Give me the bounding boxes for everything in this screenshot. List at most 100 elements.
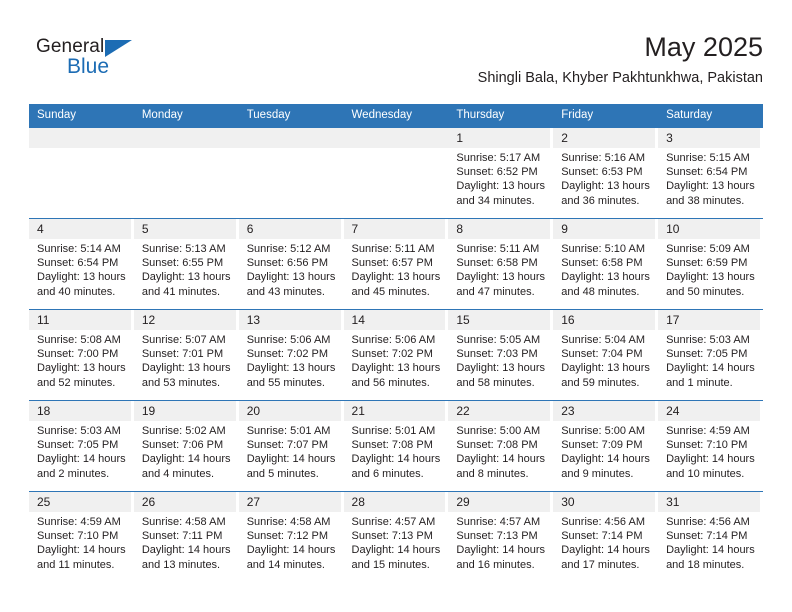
daylight-text-line2: and 18 minutes. bbox=[666, 558, 745, 571]
calendar-day-cell[interactable]: 16 Sunrise: 5:04 AM Sunset: 7:04 PM Dayligh… bbox=[553, 309, 659, 401]
calendar-day-cell[interactable]: 19 Sunrise: 5:02 AM Sunset: 7:06 PM Dayligh… bbox=[133, 400, 239, 492]
calendar-day-cell[interactable]: 6 Sunrise: 5:12 AM Sunset: 6:56 PM Daylight… bbox=[238, 218, 344, 310]
daylight-text-line2: and 8 minutes. bbox=[456, 467, 529, 480]
daylight-text-line1: Daylight: 13 hours bbox=[561, 362, 650, 375]
calendar-day-cell[interactable]: 29 Sunrise: 4:57 AM Sunset: 7:13 PM Dayligh… bbox=[448, 491, 554, 582]
calendar-day-cell[interactable]: 4 Sunrise: 5:14 AM Sunset: 6:54 PM Daylight… bbox=[29, 218, 134, 310]
general-blue-logo[interactable]: General Blue bbox=[36, 36, 156, 82]
day-number: 6 bbox=[238, 219, 341, 239]
calendar-empty-cell bbox=[133, 127, 239, 219]
sunset-text: Sunset: 7:05 PM bbox=[666, 348, 748, 361]
calendar-day-cell[interactable]: 26 Sunrise: 4:58 AM Sunset: 7:11 PM Dayligh… bbox=[133, 491, 239, 582]
sunrise-text: Sunrise: 5:00 AM bbox=[561, 425, 645, 437]
day-number bbox=[29, 128, 134, 148]
sunrise-text: Sunrise: 4:57 AM bbox=[351, 516, 436, 528]
calendar-day-cell[interactable]: 15 Sunrise: 5:05 AM Sunset: 7:03 PM Dayligh… bbox=[448, 309, 554, 401]
triangle-flag-icon bbox=[105, 40, 132, 57]
day-cell-inner: 4 Sunrise: 5:14 AM Sunset: 6:54 PM Daylight… bbox=[29, 219, 134, 309]
day-number: 26 bbox=[133, 492, 236, 512]
day-cell-inner: 8 Sunrise: 5:11 AM Sunset: 6:58 PM Daylight… bbox=[448, 219, 553, 309]
calendar-day-cell[interactable]: 3 Sunrise: 5:15 AM Sunset: 6:54 PM Daylight… bbox=[658, 127, 763, 219]
day-number bbox=[343, 128, 449, 148]
day-number: 24 bbox=[658, 401, 760, 421]
daylight-text-line1: Daylight: 13 hours bbox=[351, 271, 441, 284]
day-number: 1 bbox=[448, 128, 551, 148]
sunset-text: Sunset: 6:52 PM bbox=[456, 166, 538, 179]
calendar-day-cell[interactable]: 21 Sunrise: 5:01 AM Sunset: 7:08 PM Dayligh… bbox=[343, 400, 449, 492]
calendar-day-cell[interactable]: 28 Sunrise: 4:57 AM Sunset: 7:13 PM Dayligh… bbox=[343, 491, 449, 582]
sunrise-text: Sunrise: 4:58 AM bbox=[141, 516, 226, 528]
daylight-text-line1: Daylight: 13 hours bbox=[351, 362, 441, 375]
day-details: Sunrise: 5:06 AM Sunset: 7:02 PM Daylight:… bbox=[239, 330, 344, 390]
calendar-day-cell[interactable]: 8 Sunrise: 5:11 AM Sunset: 6:58 PM Daylight… bbox=[448, 218, 554, 310]
day-cell-inner: 28 Sunrise: 4:57 AM Sunset: 7:13 PM Dayligh… bbox=[343, 492, 449, 582]
daylight-text-line2: and 10 minutes. bbox=[666, 467, 745, 480]
calendar-day-cell[interactable]: 27 Sunrise: 4:58 AM Sunset: 7:12 PM Dayligh… bbox=[238, 491, 344, 582]
day-cell-inner: 29 Sunrise: 4:57 AM Sunset: 7:13 PM Dayligh… bbox=[448, 492, 553, 582]
day-number: 3 bbox=[658, 128, 760, 148]
day-details: Sunrise: 5:04 AM Sunset: 7:04 PM Daylight:… bbox=[553, 330, 658, 390]
calendar-day-cell[interactable]: 20 Sunrise: 5:01 AM Sunset: 7:07 PM Dayligh… bbox=[238, 400, 344, 492]
daylight-text-line1: Daylight: 13 hours bbox=[37, 271, 126, 284]
day-details: Sunrise: 5:05 AM Sunset: 7:03 PM Daylight:… bbox=[448, 330, 553, 390]
calendar-day-cell[interactable]: 2 Sunrise: 5:16 AM Sunset: 6:53 PM Daylight… bbox=[553, 127, 659, 219]
day-details: Sunrise: 5:00 AM Sunset: 7:08 PM Daylight:… bbox=[448, 421, 553, 481]
calendar-body: 1 Sunrise: 5:17 AM Sunset: 6:52 PM Daylight… bbox=[29, 127, 763, 582]
daylight-text-line1: Daylight: 14 hours bbox=[37, 453, 126, 466]
day-details: Sunrise: 5:15 AM Sunset: 6:54 PM Daylight:… bbox=[658, 148, 763, 208]
day-details: Sunrise: 5:16 AM Sunset: 6:53 PM Daylight:… bbox=[553, 148, 658, 208]
daylight-text-line1: Daylight: 14 hours bbox=[141, 453, 231, 466]
sunrise-text: Sunrise: 5:04 AM bbox=[561, 334, 645, 346]
calendar-day-cell[interactable]: 24 Sunrise: 4:59 AM Sunset: 7:10 PM Dayligh… bbox=[658, 400, 763, 492]
sunrise-text: Sunrise: 5:06 AM bbox=[246, 334, 331, 346]
weekday-header-sunday: Sunday bbox=[29, 104, 134, 128]
calendar-day-cell[interactable]: 22 Sunrise: 5:00 AM Sunset: 7:08 PM Dayligh… bbox=[448, 400, 554, 492]
day-cell-inner: 25 Sunrise: 4:59 AM Sunset: 7:10 PM Dayligh… bbox=[29, 492, 134, 582]
daylight-text-line1: Daylight: 13 hours bbox=[246, 362, 336, 375]
calendar-day-cell[interactable]: 13 Sunrise: 5:06 AM Sunset: 7:02 PM Dayligh… bbox=[238, 309, 344, 401]
sunset-text: Sunset: 7:07 PM bbox=[246, 439, 329, 452]
day-cell-inner: 18 Sunrise: 5:03 AM Sunset: 7:05 PM Dayligh… bbox=[29, 401, 134, 491]
calendar-day-cell[interactable]: 18 Sunrise: 5:03 AM Sunset: 7:05 PM Dayligh… bbox=[29, 400, 134, 492]
calendar-day-cell[interactable]: 12 Sunrise: 5:07 AM Sunset: 7:01 PM Dayligh… bbox=[133, 309, 239, 401]
calendar-day-cell[interactable]: 9 Sunrise: 5:10 AM Sunset: 6:58 PM Daylight… bbox=[553, 218, 659, 310]
calendar-day-cell[interactable]: 7 Sunrise: 5:11 AM Sunset: 6:57 PM Daylight… bbox=[343, 218, 449, 310]
calendar-day-cell[interactable]: 5 Sunrise: 5:13 AM Sunset: 6:55 PM Daylight… bbox=[133, 218, 239, 310]
daylight-text-line2: and 45 minutes. bbox=[351, 285, 430, 298]
sunset-text: Sunset: 6:59 PM bbox=[666, 257, 748, 270]
sunset-text: Sunset: 6:58 PM bbox=[561, 257, 643, 270]
calendar-day-cell[interactable]: 23 Sunrise: 5:00 AM Sunset: 7:09 PM Dayligh… bbox=[553, 400, 659, 492]
calendar-day-cell[interactable]: 17 Sunrise: 5:03 AM Sunset: 7:05 PM Dayligh… bbox=[658, 309, 763, 401]
day-number: 23 bbox=[553, 401, 656, 421]
calendar-day-cell[interactable]: 31 Sunrise: 4:56 AM Sunset: 7:14 PM Dayligh… bbox=[658, 491, 763, 582]
sunrise-text: Sunrise: 5:11 AM bbox=[456, 243, 540, 255]
daylight-text-line2: and 17 minutes. bbox=[561, 558, 640, 571]
daylight-text-line1: Daylight: 13 hours bbox=[141, 362, 231, 375]
calendar-day-cell[interactable]: 30 Sunrise: 4:56 AM Sunset: 7:14 PM Dayligh… bbox=[553, 491, 659, 582]
sunset-text: Sunset: 7:01 PM bbox=[141, 348, 224, 361]
sunset-text: Sunset: 6:57 PM bbox=[351, 257, 433, 270]
daylight-text-line2: and 56 minutes. bbox=[351, 376, 430, 389]
sunrise-text: Sunrise: 5:11 AM bbox=[351, 243, 435, 255]
sunrise-text: Sunrise: 4:56 AM bbox=[666, 516, 750, 528]
calendar-day-cell[interactable]: 14 Sunrise: 5:06 AM Sunset: 7:02 PM Dayligh… bbox=[343, 309, 449, 401]
calendar-header-row: Sunday Monday Tuesday Wednesday Thursday… bbox=[29, 104, 763, 128]
calendar-day-cell[interactable]: 1 Sunrise: 5:17 AM Sunset: 6:52 PM Daylight… bbox=[448, 127, 554, 219]
day-cell-inner: 21 Sunrise: 5:01 AM Sunset: 7:08 PM Dayligh… bbox=[343, 401, 449, 491]
sunrise-text: Sunrise: 4:57 AM bbox=[456, 516, 541, 528]
calendar-day-cell[interactable]: 25 Sunrise: 4:59 AM Sunset: 7:10 PM Dayligh… bbox=[29, 491, 134, 582]
day-number: 9 bbox=[553, 219, 656, 239]
calendar-day-cell[interactable]: 10 Sunrise: 5:09 AM Sunset: 6:59 PM Dayligh… bbox=[658, 218, 763, 310]
day-details: Sunrise: 5:07 AM Sunset: 7:01 PM Daylight:… bbox=[134, 330, 239, 390]
day-number: 20 bbox=[238, 401, 341, 421]
weekday-header-saturday: Saturday bbox=[658, 104, 763, 128]
calendar-day-cell[interactable]: 11 Sunrise: 5:08 AM Sunset: 7:00 PM Dayligh… bbox=[29, 309, 134, 401]
day-number: 12 bbox=[133, 310, 236, 330]
day-number: 30 bbox=[553, 492, 656, 512]
day-details: Sunrise: 5:10 AM Sunset: 6:58 PM Daylight:… bbox=[553, 239, 658, 299]
day-cell-inner: 7 Sunrise: 5:11 AM Sunset: 6:57 PM Daylight… bbox=[343, 219, 449, 309]
daylight-text-line2: and 36 minutes. bbox=[561, 194, 640, 207]
day-details: Sunrise: 5:12 AM Sunset: 6:56 PM Daylight:… bbox=[239, 239, 344, 299]
sunrise-text: Sunrise: 5:06 AM bbox=[351, 334, 436, 346]
calendar-week-row: 4 Sunrise: 5:14 AM Sunset: 6:54 PM Daylight… bbox=[29, 218, 763, 310]
